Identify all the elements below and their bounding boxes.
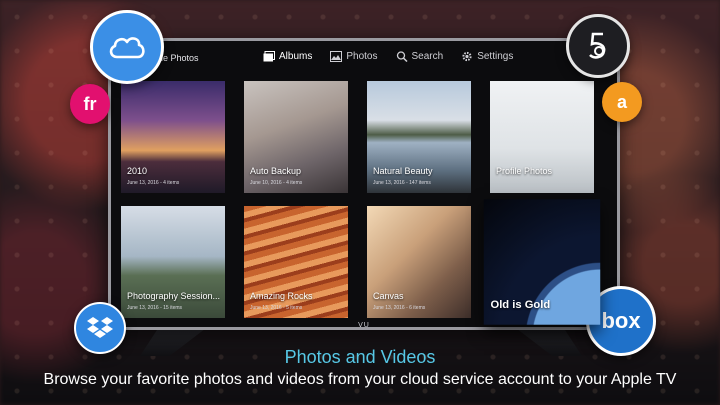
album-title: Profile Photos — [496, 166, 553, 176]
album-tile[interactable]: Photography Session... June 13, 2016 - 1… — [121, 206, 225, 318]
caption-title: Photos and Videos — [284, 347, 436, 367]
album-title: Canvas — [373, 291, 404, 301]
cloud-service-icon — [90, 10, 164, 84]
album-title: Photography Session... — [127, 291, 221, 301]
album-tile[interactable]: Natural Beauty June 13, 2016 - 147 items — [367, 81, 471, 193]
tv-brand-logo: VU — [358, 322, 370, 329]
album-title: Auto Backup — [250, 166, 302, 176]
album-tile[interactable]: Canvas June 13, 2016 - 6 items — [367, 206, 471, 318]
tab-search[interactable]: Search — [396, 51, 444, 62]
fr-service-icon: fr — [70, 84, 110, 124]
tab-photos-label: Photos — [346, 51, 378, 62]
album-meta: June 13, 2016 - 5 items — [250, 305, 303, 311]
album-meta: June 13, 2016 - 15 items — [127, 305, 183, 311]
amazon-badge-label: a — [616, 91, 627, 112]
app-title: le Photos — [161, 53, 199, 63]
tab-search-label: Search — [411, 51, 444, 62]
album-tile[interactable]: Auto Backup June 10, 2016 - 4 items — [244, 81, 348, 193]
tv-screen: le Photos Albums Photos Search Settings … — [108, 38, 620, 330]
tab-settings[interactable]: Settings — [461, 51, 513, 62]
top-nav: le Photos Albums Photos Search Settings — [111, 41, 617, 75]
album-meta: June 13, 2016 - 147 items — [373, 180, 431, 186]
amazon-service-icon: a — [602, 82, 642, 122]
album-title: Natural Beauty — [373, 166, 433, 176]
tab-albums[interactable]: Albums — [263, 51, 312, 62]
album-title: 2010 — [127, 166, 148, 176]
album-tile[interactable]: Profile Photos — [490, 81, 594, 193]
album-meta: June 13, 2016 - 6 items — [373, 305, 426, 311]
album-title: Old is Gold — [490, 298, 551, 312]
tab-albums-label: Albums — [279, 51, 313, 62]
album-title: Amazing Rocks — [250, 291, 313, 301]
album-meta: June 10, 2016 - 4 items — [250, 180, 303, 186]
photos-icon — [330, 51, 343, 62]
album-grid: 2010 June 13, 2016 - 4 items Auto Backup… — [121, 81, 601, 325]
nav-items: Albums Photos Search Settings — [263, 51, 513, 62]
album-tile[interactable]: Amazing Rocks June 13, 2016 - 5 items — [244, 206, 348, 318]
gear-icon — [462, 51, 472, 62]
tab-settings-label: Settings — [477, 51, 514, 62]
album-tile-focused[interactable]: Old is Gold — [483, 199, 601, 325]
tab-photos[interactable]: Photos — [330, 51, 378, 62]
box-badge-label: box — [601, 308, 641, 333]
albums-icon — [263, 51, 275, 62]
album-meta: June 13, 2016 - 4 items — [127, 180, 180, 186]
album-tile[interactable]: 2010 June 13, 2016 - 4 items — [121, 81, 225, 193]
five-service-icon — [566, 14, 630, 78]
fr-badge-label: fr — [83, 93, 97, 114]
caption-subtitle: Browse your favorite photos and videos f… — [43, 371, 677, 388]
search-icon — [396, 51, 408, 62]
